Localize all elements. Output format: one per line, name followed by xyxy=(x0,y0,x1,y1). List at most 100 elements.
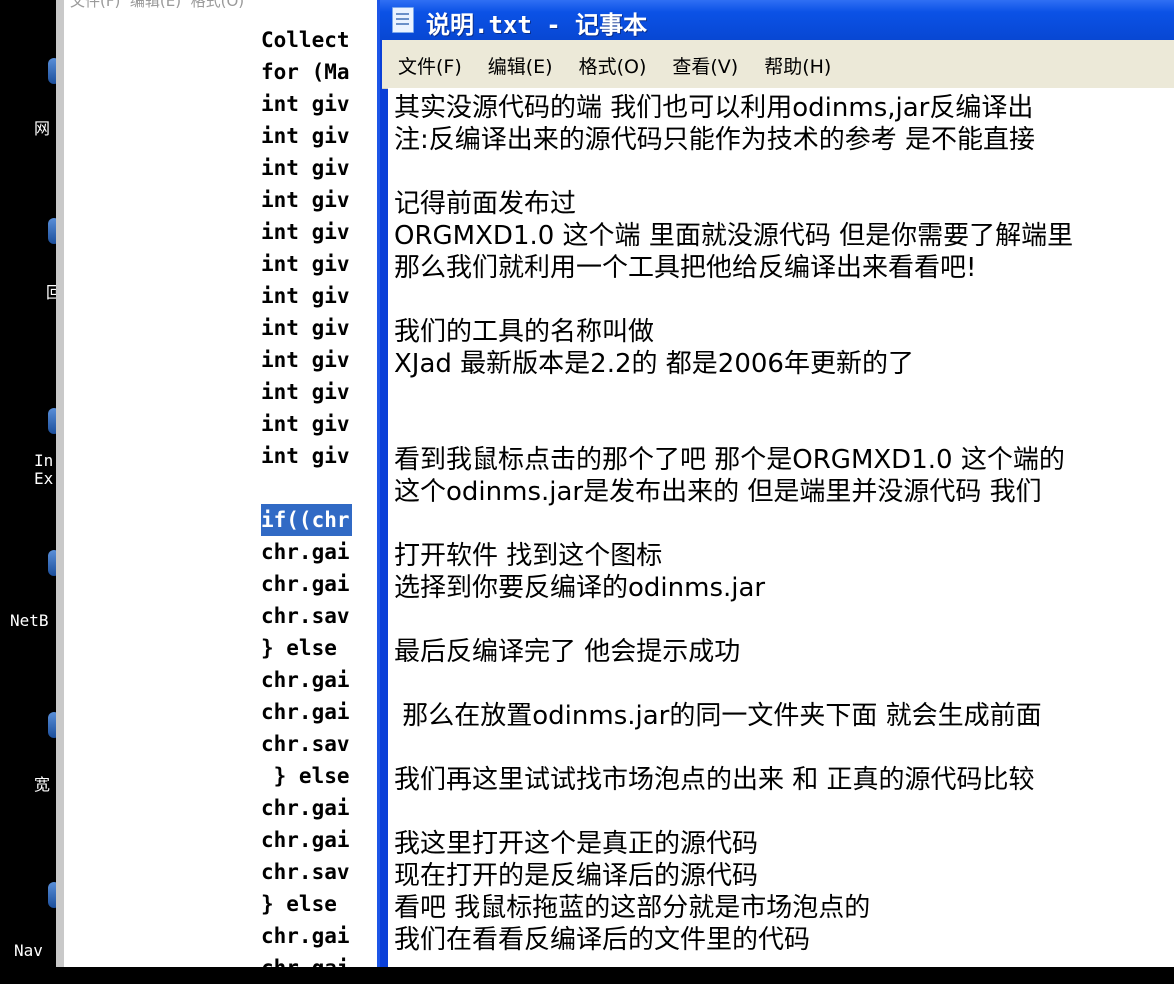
code-text: chr.gai xyxy=(261,796,350,820)
code-line: chr.gai xyxy=(261,824,352,856)
text-line: 那么我们就利用一个工具把他给反编译出来看看吧! xyxy=(394,253,977,283)
code-text: chr.sav xyxy=(261,860,350,884)
notepad-app-icon[interactable] xyxy=(392,7,414,33)
background-menubar: 文件(F) 编辑(E) 格式(O) xyxy=(70,0,245,10)
document-text: 其实没源代码的端 我们也可以利用odinms,jar反编译出 注:反编译出来的源代… xyxy=(394,92,1073,956)
text-line: 那么在放置odinms.jar的同一文件夹下面 就会生成前面 xyxy=(394,701,1042,731)
text-line: 我们在看看反编译后的文件里的代码 xyxy=(394,925,811,955)
code-line: int giv xyxy=(261,408,352,440)
background-editor-window[interactable]: 文件(F) 编辑(E) 格式(O) Collect for (Ma int giv i… xyxy=(56,0,386,980)
text-line: 最后反编译完了 他会提示成功 xyxy=(394,637,741,667)
code-text: chr.gai xyxy=(261,956,350,980)
text-line: 打开软件 找到这个图标 xyxy=(394,541,663,571)
title-bar[interactable]: 说明.txt - 记事本 xyxy=(380,0,1174,40)
text-line xyxy=(394,508,1073,540)
code-text: chr.gai xyxy=(261,668,350,692)
text-line: XJad 最新版本是2.2的 都是2006年更新的了 xyxy=(394,349,914,379)
code-text: int giv xyxy=(261,412,350,436)
desktop-icon-label: 网 xyxy=(34,119,51,138)
text-line: 选择到你要反编译的odinms.jar xyxy=(394,573,766,603)
code-text: chr.sav xyxy=(261,604,350,628)
code-line: if((chr xyxy=(261,504,352,536)
code-text: chr.gai xyxy=(261,700,350,724)
code-line: int giv xyxy=(261,88,352,120)
code-text: int giv xyxy=(261,444,350,468)
code-text: int giv xyxy=(261,284,350,308)
code-line: int giv xyxy=(261,152,352,184)
code-text: chr.gai xyxy=(261,828,350,852)
window-border xyxy=(56,0,64,967)
code-line: chr.gai xyxy=(261,952,352,984)
text-line xyxy=(394,156,1073,188)
desktop-strip: 网 回 In Ex NetB 宽 Nav xyxy=(0,0,62,967)
code-text: Collect xyxy=(261,28,350,52)
menu-help[interactable]: 帮助(H) xyxy=(764,52,831,79)
code-line: int giv xyxy=(261,184,352,216)
text-line xyxy=(394,380,1073,412)
code-line: chr.gai xyxy=(261,696,352,728)
text-line: 记得前面发布过 xyxy=(394,189,577,219)
code-line: } else xyxy=(261,760,352,792)
menu-view[interactable]: 查看(V) xyxy=(672,52,738,79)
code-line: chr.gai xyxy=(261,920,352,952)
text-line xyxy=(394,732,1073,764)
text-line xyxy=(394,284,1073,316)
code-line: int giv xyxy=(261,440,352,472)
code-text: } else xyxy=(261,636,350,660)
code-text: chr.sav xyxy=(261,732,350,756)
code-view[interactable]: Collect for (Ma int giv int giv int giv int g… xyxy=(261,24,352,984)
code-text: int giv xyxy=(261,188,350,212)
code-line: chr.gai xyxy=(261,536,352,568)
menu-bar: 文件(F) 编辑(E) 格式(O) 查看(V) 帮助(H) xyxy=(382,40,1174,89)
code-text: int giv xyxy=(261,380,350,404)
code-text: int giv xyxy=(261,92,350,116)
code-text: for (Ma xyxy=(261,60,350,84)
code-line: int giv xyxy=(261,280,352,312)
code-text: chr.gai xyxy=(261,924,350,948)
code-line: } else xyxy=(261,888,352,920)
code-line: } else xyxy=(261,632,352,664)
text-line xyxy=(394,668,1073,700)
code-line: chr.sav xyxy=(261,856,352,888)
code-line: int giv xyxy=(261,248,352,280)
text-line xyxy=(394,604,1073,636)
code-text: } else xyxy=(261,892,350,916)
code-line: chr.sav xyxy=(261,728,352,760)
text-line: 我们再这里试试找市场泡点的出来 和 正真的源代码比较 xyxy=(394,765,1035,795)
code-text: chr.gai xyxy=(261,540,350,564)
notepad-window[interactable]: 说明.txt - 记事本 文件(F) 编辑(E) 格式(O) 查看(V) 帮助(H) 其… xyxy=(377,0,1174,967)
code-line: chr.gai xyxy=(261,792,352,824)
menu-file[interactable]: 文件(F) xyxy=(398,52,462,79)
text-line: 我们的工具的名称叫做 xyxy=(394,317,655,347)
code-line: chr.gai xyxy=(261,664,352,696)
code-text: int giv xyxy=(261,348,350,372)
desktop-icon-label: NetB xyxy=(10,611,49,630)
code-text: int giv xyxy=(261,156,350,180)
text-line xyxy=(394,412,1073,444)
text-line: 看到我鼠标点击的那个了吧 那个是ORGMXD1.0 这个端的 xyxy=(394,445,1065,475)
desktop-icon-label: In Ex xyxy=(34,451,54,488)
menu-edit[interactable]: 编辑(E) xyxy=(488,52,553,79)
code-line: for (Ma xyxy=(261,56,352,88)
code-line: int giv xyxy=(261,216,352,248)
desktop-icon-label: Nav xyxy=(14,941,43,960)
window-title: 说明.txt - 记事本 xyxy=(426,11,648,39)
code-line: chr.sav xyxy=(261,600,352,632)
text-line: 现在打开的是反编译后的源代码 xyxy=(394,861,759,891)
code-line: int giv xyxy=(261,376,352,408)
text-line: 注:反编译出来的源代码只能作为技术的参考 是不能直接 xyxy=(394,125,1036,155)
code-line: int giv xyxy=(261,344,352,376)
text-editor-area[interactable]: 其实没源代码的端 我们也可以利用odinms,jar反编译出 注:反编译出来的源代… xyxy=(388,88,1174,967)
code-line: int giv xyxy=(261,120,352,152)
code-text: int giv xyxy=(261,124,350,148)
code-text: chr.gai xyxy=(261,572,350,596)
code-text: } else xyxy=(261,764,350,788)
selected-code-text: if((chr xyxy=(261,504,352,536)
menu-format[interactable]: 格式(O) xyxy=(579,52,647,79)
text-line: 其实没源代码的端 我们也可以利用odinms,jar反编译出 xyxy=(394,93,1034,123)
code-text: int giv xyxy=(261,316,350,340)
text-line xyxy=(394,796,1073,828)
code-text: int giv xyxy=(261,220,350,244)
code-line: Collect xyxy=(261,24,352,56)
code-text: int giv xyxy=(261,252,350,276)
